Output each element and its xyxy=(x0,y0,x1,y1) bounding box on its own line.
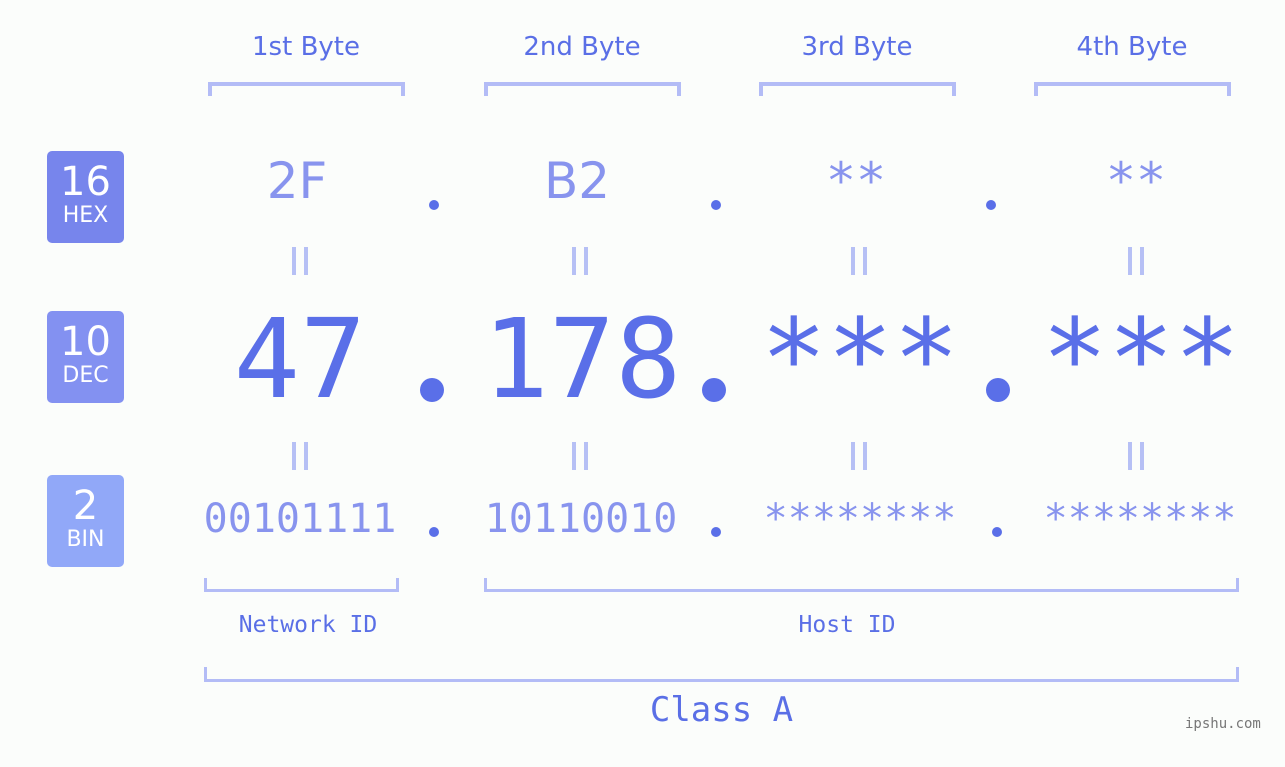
hex-value-2: B2 xyxy=(543,152,611,210)
equals-icon xyxy=(292,247,308,275)
hex-separator-dot-2 xyxy=(711,200,721,210)
dec-separator-dot-3 xyxy=(986,378,1010,402)
dec-separator-dot-2 xyxy=(702,378,726,402)
bin-base-number: 2 xyxy=(72,483,99,529)
dec-base-number: 10 xyxy=(60,319,111,365)
bin-value-1: 00101111 xyxy=(203,496,397,542)
dec-separator-dot-1 xyxy=(420,378,444,402)
equals-icon xyxy=(1128,442,1144,470)
bin-value-3: ******** xyxy=(763,496,957,542)
bin-value-2: 10110010 xyxy=(484,496,678,542)
class-label: Class A xyxy=(649,690,794,730)
hex-value-3: ** xyxy=(825,152,887,210)
hex-separator-dot-1 xyxy=(429,200,439,210)
bin-badge: 2 BIN xyxy=(47,475,124,567)
equals-icon xyxy=(292,442,308,470)
dec-base-label: DEC xyxy=(62,363,109,388)
bin-value-4: ******** xyxy=(1043,496,1237,542)
bin-base-label: BIN xyxy=(66,527,105,552)
hex-separator-dot-3 xyxy=(986,200,996,210)
dec-badge: 10 DEC xyxy=(47,311,124,403)
equals-icon xyxy=(851,247,867,275)
byte-bracket-2 xyxy=(484,82,681,96)
equals-icon xyxy=(851,442,867,470)
byte-bracket-4 xyxy=(1034,82,1231,96)
host-id-bracket xyxy=(484,578,1239,592)
dec-value-4: *** xyxy=(1041,295,1241,423)
equals-icon xyxy=(572,442,588,470)
bin-separator-dot-2 xyxy=(711,527,721,537)
network-id-label: Network ID xyxy=(238,612,378,638)
dec-value-1: 47 xyxy=(233,295,367,423)
hex-value-1: 2F xyxy=(266,152,328,210)
dec-value-3: *** xyxy=(760,295,960,423)
byte-bracket-3 xyxy=(759,82,956,96)
byte-header-4: 4th Byte xyxy=(1076,32,1188,62)
hex-base-number: 16 xyxy=(60,159,111,205)
dec-value-2: 178 xyxy=(482,295,682,423)
network-id-bracket xyxy=(204,578,399,592)
class-bracket xyxy=(204,667,1239,682)
byte-header-3: 3rd Byte xyxy=(801,32,913,62)
bin-separator-dot-1 xyxy=(429,527,439,537)
byte-header-1: 1st Byte xyxy=(252,32,360,62)
hex-base-label: HEX xyxy=(62,203,109,228)
hex-badge: 16 HEX xyxy=(47,151,124,243)
watermark: ipshu.com xyxy=(1185,716,1261,732)
bin-separator-dot-3 xyxy=(992,527,1002,537)
equals-icon xyxy=(1128,247,1144,275)
byte-bracket-1 xyxy=(208,82,405,96)
host-id-label: Host ID xyxy=(798,612,896,638)
hex-value-4: ** xyxy=(1105,152,1167,210)
byte-header-2: 2nd Byte xyxy=(523,32,641,62)
equals-icon xyxy=(572,247,588,275)
